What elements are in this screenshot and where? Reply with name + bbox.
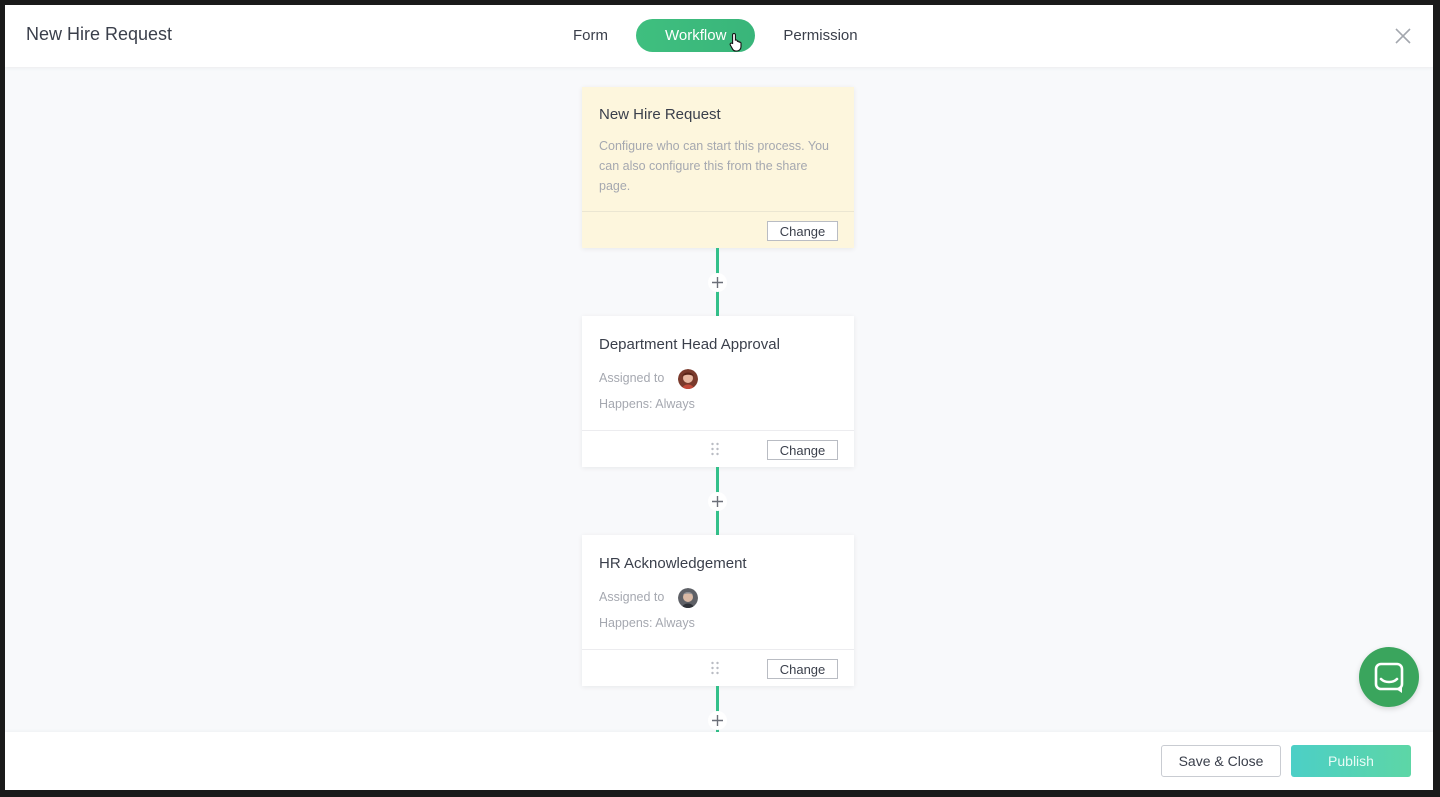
- step-card-department-head-approval[interactable]: Department Head Approval Assigned to Hap…: [582, 316, 854, 467]
- step-card-hr-acknowledgement[interactable]: HR Acknowledgement Assigned to Happens: …: [582, 535, 854, 686]
- drag-handle-icon[interactable]: [710, 661, 720, 675]
- start-step-change-button[interactable]: Change: [767, 221, 838, 241]
- header-bar: New Hire Request Form Workflow Permissio…: [5, 5, 1433, 67]
- assigned-to-label: Assigned to: [599, 371, 665, 385]
- step-title: Department Head Approval: [599, 336, 780, 353]
- app-window: New Hire Request Form Workflow Permissio…: [5, 5, 1433, 790]
- happens-label: Happens: Always: [599, 397, 695, 411]
- start-step-description: Configure who can start this process. Yo…: [599, 139, 829, 193]
- tab-permission[interactable]: Permission: [755, 19, 885, 52]
- start-step-card: New Hire Request Configure who can start…: [582, 87, 854, 248]
- assigned-to-label: Assigned to: [599, 590, 665, 604]
- drag-handle-icon[interactable]: [710, 442, 720, 456]
- chat-launcher-button[interactable]: [1359, 647, 1419, 707]
- happens-label: Happens: Always: [599, 616, 695, 630]
- page-title: New Hire Request: [26, 24, 173, 44]
- add-step-plus-icon[interactable]: [708, 711, 727, 730]
- tab-form[interactable]: Form: [545, 19, 636, 52]
- step-change-button[interactable]: Change: [767, 440, 838, 460]
- start-step-title: New Hire Request: [599, 106, 721, 123]
- publish-button[interactable]: Publish: [1291, 745, 1411, 777]
- add-step-plus-icon[interactable]: [708, 492, 727, 511]
- card-divider: [582, 649, 854, 650]
- add-step-plus-icon[interactable]: [708, 273, 727, 292]
- step-title: HR Acknowledgement: [599, 555, 747, 572]
- tab-bar: Form Workflow Permission: [545, 19, 886, 52]
- hand-cursor-icon: [729, 32, 742, 52]
- chat-bubble-icon: [1374, 662, 1404, 693]
- assignee-avatar: [678, 369, 698, 389]
- close-icon[interactable]: [1393, 26, 1413, 46]
- save-and-close-button[interactable]: Save & Close: [1161, 745, 1281, 777]
- card-divider: [582, 430, 854, 431]
- footer-bar: Save & Close Publish: [5, 732, 1433, 790]
- assignee-avatar: [678, 588, 698, 608]
- step-change-button[interactable]: Change: [767, 659, 838, 679]
- card-divider: [582, 211, 854, 212]
